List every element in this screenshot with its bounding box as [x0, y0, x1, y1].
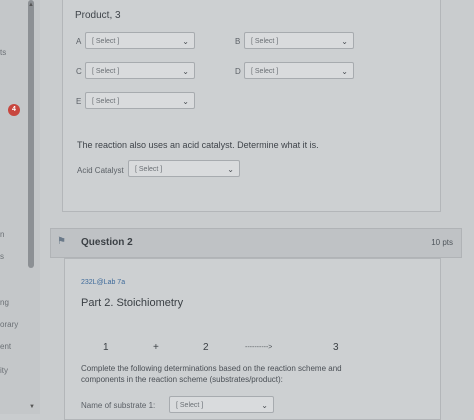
select-a-dropdown[interactable]: [ Select ] ⌄ — [85, 32, 195, 49]
select-letter-d: D — [235, 67, 241, 76]
chevron-down-icon: ⌄ — [227, 165, 234, 174]
notification-badge: 4 — [8, 104, 20, 116]
scheme-plus: + — [153, 342, 159, 353]
select-c-dropdown[interactable]: [ Select ] ⌄ — [85, 62, 195, 79]
acid-catalyst-value: [ Select ] — [135, 166, 163, 173]
substrate-1-label: Name of substrate 1: — [81, 401, 156, 410]
scroll-up-icon[interactable]: ▲ — [28, 2, 34, 8]
select-d-value: [ Select ] — [251, 68, 279, 75]
chevron-down-icon: ⌄ — [341, 37, 348, 46]
select-e-dropdown[interactable]: [ Select ] ⌄ — [85, 92, 195, 109]
select-letter-a: A — [76, 37, 82, 46]
sidebar-text[interactable]: ity — [0, 366, 8, 375]
sidebar-text[interactable]: ng — [0, 298, 9, 307]
select-e-value: [ Select ] — [92, 98, 120, 105]
sidebar-text[interactable]: orary — [0, 320, 18, 329]
chevron-down-icon: ⌄ — [182, 67, 189, 76]
select-c-value: [ Select ] — [92, 68, 120, 75]
question-2-card: 232L@Lab 7a Part 2. Stoichiometry 1 + 2 … — [64, 258, 441, 420]
substrate-1-dropdown[interactable]: [ Select ] ⌄ — [169, 396, 274, 413]
scroll-down-icon[interactable]: ▼ — [29, 404, 35, 410]
chevron-down-icon: ⌄ — [261, 401, 268, 410]
flag-icon[interactable]: ⚑ — [57, 236, 66, 247]
scheme-product: 3 — [333, 342, 339, 353]
select-letter-c: C — [76, 67, 82, 76]
sidebar-text[interactable]: n — [0, 230, 4, 239]
select-b-value: [ Select ] — [251, 38, 279, 45]
question-2-title: Question 2 — [81, 237, 133, 248]
select-letter-e: E — [76, 97, 82, 106]
instructions: Complete the following determinations ba… — [81, 364, 342, 384]
substrate-1-value: [ Select ] — [176, 402, 204, 409]
acid-catalyst-dropdown[interactable]: [ Select ] ⌄ — [128, 160, 240, 177]
sidebar-text[interactable]: s — [0, 252, 4, 261]
select-b-dropdown[interactable]: [ Select ] ⌄ — [244, 32, 354, 49]
chevron-down-icon: ⌄ — [182, 97, 189, 106]
question-2-header: ⚑ Question 2 10 pts — [50, 228, 462, 258]
lab-code: 232L@Lab 7a — [81, 279, 126, 286]
catalyst-prompt: The reaction also uses an acid catalyst.… — [77, 140, 319, 150]
sidebar-text[interactable]: ts — [0, 48, 6, 57]
acid-catalyst-label: Acid Catalyst — [77, 166, 124, 175]
select-letter-b: B — [235, 37, 241, 46]
scheme-reactant-1: 1 — [103, 342, 109, 353]
scheme-arrow: ----------> — [245, 344, 273, 351]
product-label: Product, 3 — [75, 10, 121, 21]
course-nav-sidebar: ts 4 n s ng orary ent ity ▲ ▼ — [0, 0, 40, 414]
scheme-reactant-2: 2 — [203, 342, 209, 353]
sidebar-scrollbar[interactable] — [28, 0, 34, 268]
chevron-down-icon: ⌄ — [182, 37, 189, 46]
question-1-card: Product, 3 A [ Select ] ⌄ B [ Select ] ⌄… — [62, 0, 441, 212]
part-title: Part 2. Stoichiometry — [81, 297, 184, 309]
select-a-value: [ Select ] — [92, 38, 120, 45]
sidebar-text[interactable]: ent — [0, 342, 11, 351]
chevron-down-icon: ⌄ — [341, 67, 348, 76]
select-d-dropdown[interactable]: [ Select ] ⌄ — [244, 62, 354, 79]
question-2-points: 10 pts — [431, 238, 453, 247]
